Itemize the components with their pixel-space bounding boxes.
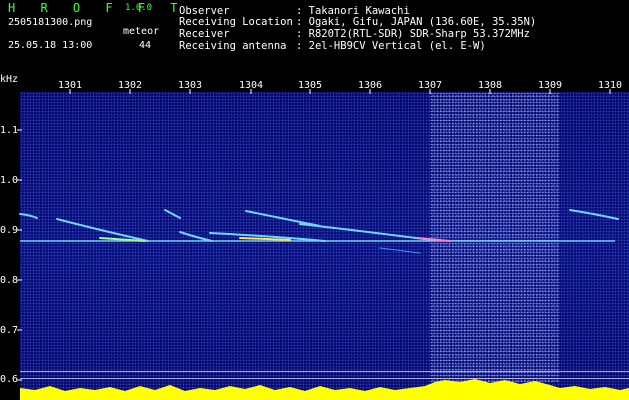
signal-level-trace xyxy=(20,379,629,400)
signal-level-graph xyxy=(20,379,629,400)
